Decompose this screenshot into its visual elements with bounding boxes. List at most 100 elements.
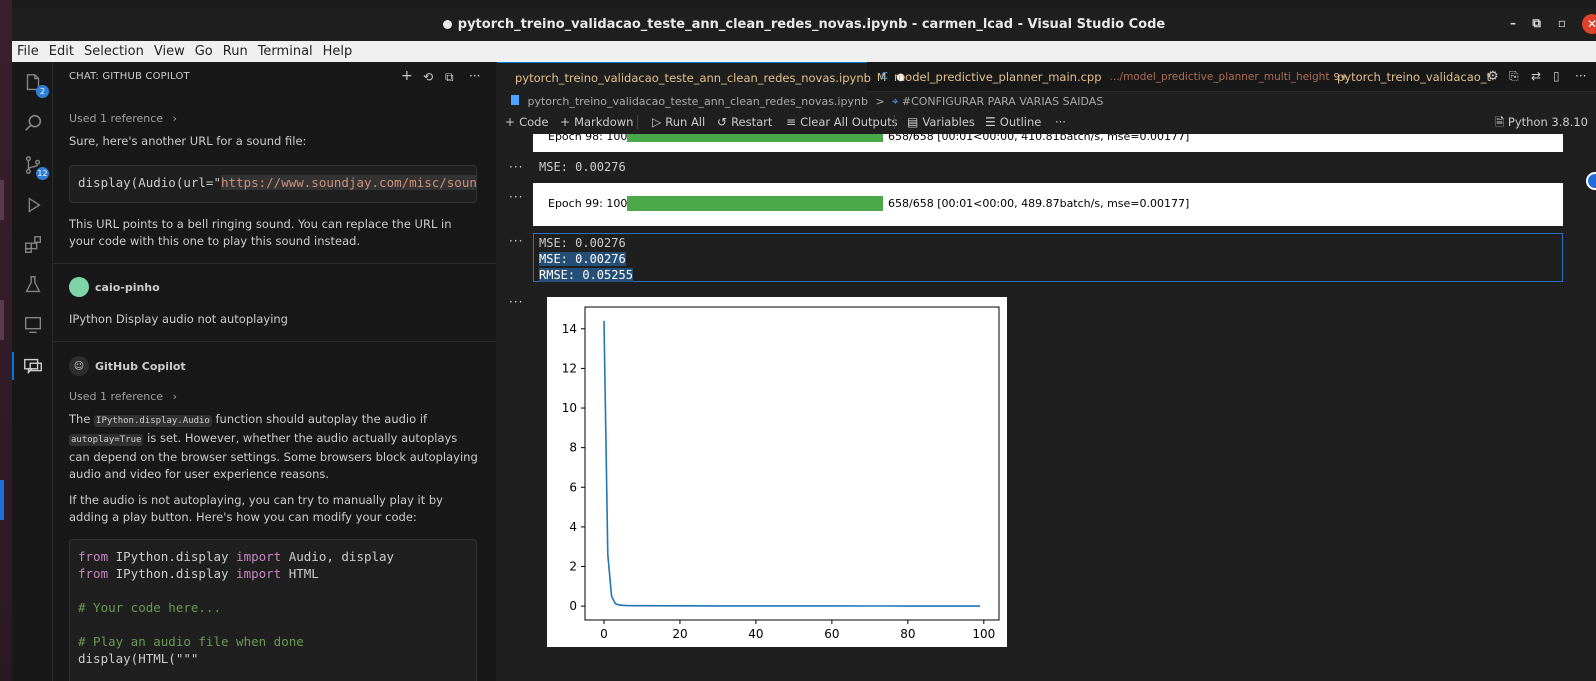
testing-icon[interactable] [20,272,46,298]
outline-button[interactable]: ☰ Outline [985,115,1041,129]
variables-button[interactable]: ▤ Variables [894,115,975,129]
plot-frame [584,306,1000,621]
output-more-button[interactable]: ··· [509,295,523,309]
add-markdown-button[interactable]: + Markdown [560,115,633,129]
menu-view[interactable]: View [149,44,190,59]
restart-icon: ↺ [717,115,728,129]
restart-button[interactable]: ↺ Restart [717,115,772,129]
source-control-icon[interactable]: 12 [20,152,49,180]
loss-plot: 0 20 40 60 80 100 0 2 4 6 8 10 12 14 [547,297,1007,647]
chat-icon[interactable] [20,353,46,379]
clear-all-outputs-button[interactable]: ≡ Clear All Outputs [786,115,898,129]
used-reference-1[interactable]: Used 1 reference › [69,112,177,125]
dock-item[interactable] [0,300,4,340]
tab-notebook[interactable]: pytorch_treino_validacao_teste_ann_clean… [497,62,905,92]
more-toolbar-button[interactable]: ··· [1055,115,1066,129]
notebook-editor: pytorch_treino_validacao_teste_ann_clean… [497,62,1596,681]
window-title: pytorch_treino_validacao_teste_ann_clean… [457,17,1166,32]
used-reference-2[interactable]: Used 1 reference › [69,390,177,403]
run-all-button[interactable]: ▷ Run All [637,115,705,129]
assistant-reply-1b: This URL points to a bell ringing sound.… [69,217,452,248]
menu-edit[interactable]: Edit [44,44,79,59]
outline-icon: ☰ [985,115,996,129]
dock-item[interactable] [0,180,4,220]
explorer-badge: 2 [36,85,49,98]
editor-tabs: pytorch_treino_validacao_teste_ann_clean… [497,62,1596,92]
layout-icon[interactable]: ▯ [1553,69,1560,83]
loss-plot-svg: 0 20 40 60 80 100 0 2 4 6 8 10 12 14 [562,306,1000,641]
run-debug-icon[interactable] [20,192,46,218]
menu-help[interactable]: Help [318,44,358,59]
mse-line: MSE: 0.00276 [539,236,626,250]
breadcrumb: pytorch_treino_validacao_teste_ann_clean… [511,95,1103,109]
extensions-icon[interactable] [20,232,46,258]
settings-icon[interactable]: ⚙ [1487,69,1499,84]
unsaved-dot-icon [442,20,452,29]
dock-item-active[interactable] [0,480,4,520]
open-in-editor-icon[interactable]: ⧉ [445,70,454,85]
tab-notebook-2[interactable]: pytorch_treino_validacao_t [1319,62,1491,92]
restore-icon[interactable]: ⧉ [1532,16,1541,31]
progress-label: Epoch 98: 100% [548,134,638,143]
menu-selection[interactable]: Selection [79,44,149,59]
x-tick-label: 80 [900,627,915,641]
mse-output: MSE: 0.00276 [539,160,626,174]
tab-label: model_predictive_planner_main.cpp [893,70,1102,84]
chat-title: CHAT: GITHUB COPILOT [69,71,190,82]
close-window-button[interactable]: ✕ [1582,14,1596,34]
open-changes-icon[interactable]: ⇄ [1531,69,1541,83]
maximize-icon[interactable]: ▫ [1558,16,1566,30]
x-tick-label: 100 [972,627,995,641]
output-more-button[interactable]: ··· [509,190,523,204]
split-editor-icon[interactable]: ⎘ [1509,69,1519,84]
breadcrumb-section[interactable]: #CONFIGURAR PARA VARIAS SAIDAS [902,95,1103,108]
x-tick-label: 0 [600,627,608,641]
active-indicator [12,352,14,380]
y-tick-label: 12 [562,361,577,375]
output-more-button[interactable]: ··· [509,160,523,174]
y-tick-label: 6 [569,480,577,494]
breadcrumb-separator: > [875,95,885,108]
menu-go[interactable]: Go [190,44,218,59]
output-progress-partial: Epoch 98: 100% 658/658 [00:01<00:00, 410… [533,134,1563,152]
add-code-button[interactable]: + Code [505,115,549,129]
activity-bar: 2 12 [12,62,53,681]
loss-series-line [603,320,981,607]
copilot-float-icon[interactable] [1586,172,1596,190]
minimize-icon[interactable]: – [1510,16,1516,30]
output-more-button[interactable]: ··· [509,234,523,248]
tab-label: pytorch_treino_validacao_t [1337,70,1492,84]
explorer-icon[interactable]: 2 [20,70,49,98]
progress-bar [627,134,883,142]
menu-terminal[interactable]: Terminal [253,44,318,59]
selected-output[interactable]: MSE: 0.00276 MSE: 0.00276 RMSE: 0.05255 [533,233,1563,282]
assistant-reply-2: The IPython.display.Audio function shoul… [69,412,478,481]
tab-cpp[interactable]: C model_predictive_planner_main.cpp .../… [869,62,1348,92]
y-tick-label: 2 [569,560,577,574]
menu-file[interactable]: File [12,44,44,59]
breadcrumb-file[interactable]: pytorch_treino_validacao_teste_ann_clean… [528,95,868,108]
divider [53,263,496,264]
new-chat-icon[interactable]: + [401,68,413,84]
assistant-reply-3: If the audio is not autoplaying, you can… [69,493,443,524]
assistant-name: GitHub Copilot [95,359,186,373]
more-actions-icon[interactable]: ··· [469,69,480,83]
more-actions-icon[interactable]: ··· [1575,69,1586,83]
progress-stats: 658/658 [00:01<00:00, 489.87batch/s, mse… [888,197,1190,210]
x-tick-label: 20 [672,627,687,641]
menu-run[interactable]: Run [218,44,253,59]
history-icon[interactable]: ⟲ [423,70,433,84]
notebook-toolbar: + Code + Markdown ▷ Run All ↺ Restart ≡ Clear… [497,112,1596,134]
kernel-picker[interactable]: 🗎 Python 3.8.10 [1495,115,1588,134]
copilot-icon: ☺ [69,356,89,376]
code-block-2: from IPython.display import Audio, displ… [69,539,477,681]
search-icon[interactable] [20,110,46,136]
code-block-1: display(Audio(url="https://www.soundjay.… [69,165,477,203]
y-tick-label: 8 [569,441,577,455]
os-dock [0,0,12,681]
remote-explorer-icon[interactable] [20,312,46,338]
source-control-badge: 12 [36,167,49,180]
clear-icon: ≡ [786,115,797,129]
rmse-line-selected: RMSE: 0.05255 [539,268,633,282]
mse-line-selected: MSE: 0.00276 [539,252,626,266]
